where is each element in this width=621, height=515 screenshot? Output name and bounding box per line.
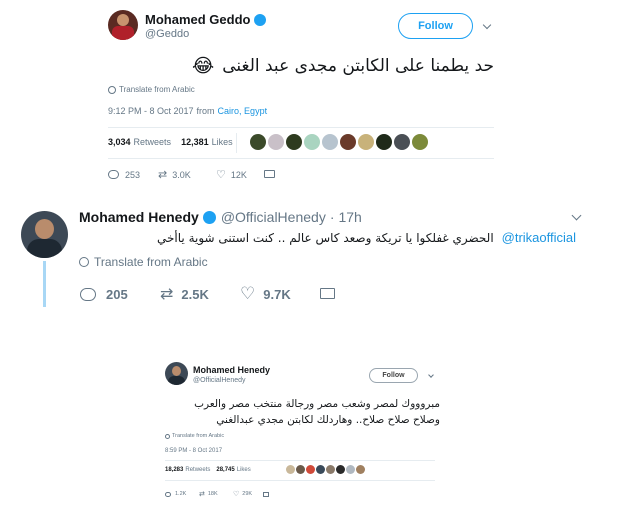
author-name[interactable]: Mohamed Henedy <box>79 209 199 225</box>
liker-avatar[interactable] <box>250 134 266 150</box>
action-bar: 205 ⇄ 2.5K ♡ 9.7K <box>80 284 335 304</box>
divider <box>236 133 237 153</box>
timestamp-row: 9:12 PM - 8 Oct 2017 from Cairo, Egypt <box>108 106 268 116</box>
retweets-count[interactable]: 3,034 <box>108 137 131 147</box>
timestamp[interactable]: 9:12 PM - 8 Oct 2017 <box>108 106 194 116</box>
like-stat: ♡ 29K <box>233 491 253 498</box>
liker-avatar <box>336 465 345 474</box>
reply-stat: 1.2K <box>165 491 199 497</box>
envelope-icon <box>264 169 275 178</box>
liker-avatar <box>316 465 325 474</box>
tweet-text: الحضري غفلكوا يا تريكة وصعد كاس عالم .. … <box>157 230 494 245</box>
tweet-text-line2: وصلاح صلاح صلاح.. وهاردلك لكابتن مجدي عب… <box>216 414 440 426</box>
retweet-button[interactable]: ⇄ 2.5K <box>160 284 240 304</box>
divider <box>108 158 494 159</box>
likers-avatars <box>250 134 430 150</box>
translate-link[interactable]: Translate from Arabic <box>79 255 208 269</box>
reply-button[interactable]: 205 <box>80 287 160 302</box>
reply-icon <box>80 287 96 301</box>
retweet-button[interactable]: ⇄ 3.0K <box>158 168 216 181</box>
laughing-emoji-icon: 😂 <box>192 55 215 77</box>
verified-icon <box>254 13 267 26</box>
avatar[interactable] <box>108 10 138 40</box>
liker-avatar <box>356 465 365 474</box>
tweet-text-line1: مبروووك لمصر وشعب مصر ورجالة منتخب مصر و… <box>194 398 440 410</box>
avatar <box>165 362 188 385</box>
divider <box>165 460 435 461</box>
divider <box>108 127 494 128</box>
likes-count[interactable]: 12,381 <box>181 137 209 147</box>
retweet-icon: ⇄ <box>158 169 168 181</box>
liker-avatar <box>286 465 295 474</box>
reply-icon <box>108 170 119 179</box>
author-name: Mohamed Henedy <box>193 365 271 375</box>
liker-avatar <box>346 465 355 474</box>
liker-avatar[interactable] <box>322 134 338 150</box>
thread-line <box>43 261 46 307</box>
divider <box>165 480 435 481</box>
likers-avatars <box>286 465 366 474</box>
verified-icon <box>202 210 216 224</box>
chevron-down-icon[interactable] <box>571 210 582 221</box>
globe-icon <box>108 85 116 94</box>
globe-icon <box>79 257 89 267</box>
stats-row: 3,034 Retweets 12,381 Likes <box>108 137 233 147</box>
retweet-icon: ⇄ <box>160 286 174 303</box>
follow-button: Follow <box>369 368 418 383</box>
location-link[interactable]: Cairo, Egypt <box>218 106 268 116</box>
envelope-icon <box>263 491 269 497</box>
tweet-text-row: حد يطمنا على الكابتن مجدى عبد الغنى 😂 <box>192 55 494 77</box>
liker-avatar[interactable] <box>394 134 410 150</box>
dm-button[interactable] <box>320 287 335 302</box>
like-button[interactable]: ♡ 9.7K <box>240 284 320 304</box>
globe-icon <box>165 433 170 439</box>
liker-avatar[interactable] <box>358 134 374 150</box>
chevron-down-icon <box>428 372 434 378</box>
heart-icon: ♡ <box>216 169 226 181</box>
author-handle[interactable]: @Geddo <box>145 28 189 40</box>
tweet-time[interactable]: 17h <box>338 209 361 225</box>
envelope-icon <box>320 287 335 299</box>
retweet-icon: ⇄ <box>199 491 205 498</box>
author-handle[interactable]: @OfficialHenedy <box>221 209 326 225</box>
liker-avatar[interactable] <box>304 134 320 150</box>
like-button[interactable]: ♡ 12K <box>216 168 264 181</box>
retweet-stat: ⇄ 18K <box>199 491 218 498</box>
embedded-tweet-image[interactable]: Mohamed Henedy @OfficialHenedy Follow مب… <box>153 351 444 510</box>
liker-avatar[interactable] <box>412 134 428 150</box>
liker-avatar <box>306 465 315 474</box>
heart-icon: ♡ <box>240 284 256 303</box>
heart-icon: ♡ <box>233 491 240 498</box>
reply-icon <box>165 491 171 497</box>
tweet-text-row: الحضري غفلكوا يا تريكة وصعد كاس عالم .. … <box>157 230 576 245</box>
stats-row: 18,283 Retweets 28,745 Likes <box>165 467 251 473</box>
liker-avatar <box>326 465 335 474</box>
liker-avatar[interactable] <box>286 134 302 150</box>
author-name[interactable]: Mohamed Geddo <box>145 12 250 27</box>
avatar[interactable] <box>21 211 68 258</box>
liker-avatar <box>296 465 305 474</box>
action-bar: 1.2K ⇄ 18K ♡ 29K <box>165 490 269 498</box>
tweet-header: Mohamed Henedy @OfficialHenedy · 17h <box>79 209 362 225</box>
action-bar: 253 ⇄ 3.0K ♡ 12K <box>108 168 275 181</box>
translate-link[interactable]: Translate from Arabic <box>108 85 195 94</box>
mention-link[interactable]: @trikaofficial <box>502 230 576 245</box>
chevron-down-icon[interactable] <box>482 20 492 30</box>
liker-avatar[interactable] <box>376 134 392 150</box>
reply-button[interactable]: 253 <box>108 170 158 180</box>
liker-avatar[interactable] <box>268 134 284 150</box>
timestamp: 8:59 PM - 8 Oct 2017 <box>165 448 223 454</box>
author-handle: @OfficialHenedy <box>193 377 246 384</box>
follow-button[interactable]: Follow <box>398 13 473 39</box>
tweet-text: حد يطمنا على الكابتن مجدى عبد الغنى <box>222 56 494 76</box>
dm-button[interactable] <box>264 169 275 180</box>
liker-avatar[interactable] <box>340 134 356 150</box>
translate-link: Translate from Arabic <box>165 433 224 439</box>
